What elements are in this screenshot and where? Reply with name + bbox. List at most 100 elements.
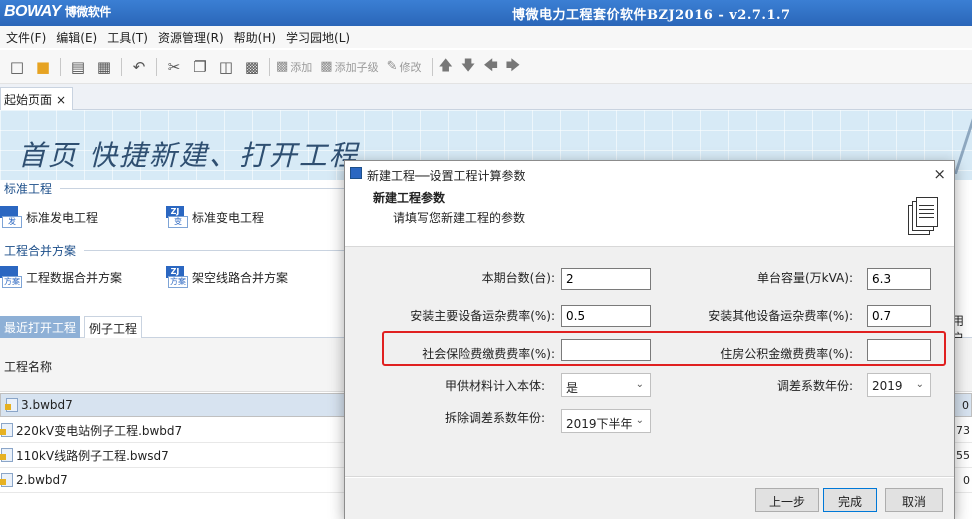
new-project-dialog: 新建工程──设置工程计算参数 × 新建工程参数 请填写您新建工程的参数 本期台数… (344, 160, 955, 519)
menu-file[interactable]: 文件(F) (6, 29, 46, 46)
chevron-down-icon: ⌄ (915, 379, 924, 390)
project-icon: 发 (0, 206, 22, 228)
data-merge-scheme[interactable]: 方案 工程数据合并方案 (0, 266, 122, 288)
scheme-icon: 方案 (0, 266, 22, 288)
project-file-value: 55 (956, 448, 970, 462)
section-divider (84, 250, 344, 251)
standard-substation-project-label: 标准变电工程 (192, 210, 265, 225)
project-file-value: 0 (963, 473, 970, 487)
housing-fund-label: 住房公积金缴费费率(%): (720, 347, 853, 361)
add-child-button[interactable]: ▩ 添加子级 (320, 59, 378, 75)
arrow-right-icon[interactable]: 🡆 (506, 55, 520, 79)
merge-scheme-title: 工程合并方案 (4, 244, 77, 258)
add-icon: ▩ (276, 59, 289, 74)
tab-strip: 起始页面 × (0, 84, 972, 110)
adjust-year-label: 调差系数年份: (776, 379, 853, 393)
toolbar: □ ■ ▤ ▦ ↶ ✂ ❐ ◫ ▩ ▩ 添加 ▩ 添加子级 ✎ 修改 🡅 🡇 🡄 🡆 (0, 50, 972, 84)
finish-button[interactable]: 完成 (823, 488, 877, 512)
menu-resource[interactable]: 资源管理(R) (158, 29, 224, 46)
units-input[interactable] (561, 268, 651, 290)
tab-start-page[interactable]: 起始页面 × (0, 87, 74, 110)
standard-power-project-label: 标准发电工程 (26, 210, 99, 225)
modify-icon: ✎ (386, 59, 398, 74)
project-file-icon (0, 448, 13, 462)
data-merge-scheme-label: 工程数据合并方案 (26, 270, 123, 285)
chevron-down-icon: ⌄ (635, 379, 644, 390)
project-file-name: 2.bwbd7 (16, 473, 68, 487)
add-child-label: 添加子级 (334, 60, 379, 74)
demolition-year-select[interactable]: 2019下半年 ⌄ (561, 409, 651, 433)
menu-edit[interactable]: 编辑(E) (56, 29, 97, 46)
dialog-footer: 上一步 完成 取消 (345, 478, 954, 519)
supplied-material-select[interactable]: 是 ⌄ (561, 373, 651, 397)
demolition-year-label: 拆除调差系数年份: (444, 411, 545, 425)
standard-project-title: 标准工程 (4, 182, 53, 196)
save-icon[interactable]: ▤ (67, 56, 89, 78)
units-label: 本期台数(台): (481, 271, 555, 285)
arrow-down-icon[interactable]: 🡇 (461, 55, 475, 79)
standard-substation-project[interactable]: ZJ 变 标准变电工程 (166, 206, 264, 228)
arrow-left-icon[interactable]: 🡄 (483, 55, 497, 79)
window-title: 博微电力工程套价软件BZJ2016 - v2.7.1.7 (512, 8, 791, 23)
close-icon[interactable]: × (933, 165, 946, 183)
toolbar-divider (121, 57, 122, 76)
toolbar-divider (156, 57, 157, 76)
menu-tools[interactable]: 工具(T) (107, 29, 148, 46)
chevron-down-icon: ⌄ (635, 415, 644, 426)
supplied-material-value: 是 (566, 381, 579, 395)
prev-step-button[interactable]: 上一步 (755, 488, 819, 512)
overhead-line-merge-scheme[interactable]: ZJ 方案 架空线路合并方案 (166, 266, 288, 288)
project-file-name: 3.bwbd7 (21, 398, 73, 412)
close-icon[interactable]: × (56, 93, 66, 107)
housing-fund-input[interactable] (867, 339, 931, 361)
cancel-button[interactable]: 取消 (885, 488, 943, 512)
menu-learning[interactable]: 学习园地(L) (286, 29, 350, 46)
other-freight-input[interactable] (867, 305, 931, 327)
modify-button[interactable]: ✎ 修改 (387, 59, 422, 75)
app-icon (350, 167, 362, 179)
app-logo-cn: 博微软件 (64, 5, 112, 19)
overhead-line-merge-scheme-label: 架空线路合并方案 (192, 270, 289, 285)
capacity-input[interactable] (867, 268, 931, 290)
capacity-label: 单台容量(万kVA): (756, 271, 853, 285)
toolbar-divider (431, 57, 433, 76)
column-project-name[interactable]: 工程名称 (4, 358, 52, 375)
main-freight-input[interactable] (561, 305, 651, 327)
new-file-icon[interactable]: □ (6, 56, 28, 78)
modify-label: 修改 (399, 60, 422, 74)
social-insurance-input[interactable] (561, 339, 651, 361)
dialog-form: 本期台数(台): 单台容量(万kVA): 安装主要设备运杂费率(%): 安装其他… (345, 247, 954, 477)
tab-recent-projects[interactable]: 最近打开工程 (0, 316, 81, 338)
project-file-value: 73 (956, 423, 970, 437)
scheme-icon: ZJ 方案 (166, 266, 188, 288)
section-divider (60, 188, 344, 189)
project-file-icon (0, 473, 13, 487)
project-icon: ZJ 变 (166, 206, 188, 228)
arrow-up-icon[interactable]: 🡅 (439, 55, 453, 79)
cut-icon[interactable]: ✂ (163, 56, 185, 78)
add-button[interactable]: ▩ 添加 (276, 59, 312, 75)
paste-icon[interactable]: ◫ (215, 56, 237, 78)
open-folder-icon[interactable]: ■ (32, 56, 54, 78)
adjust-year-select[interactable]: 2019 ⌄ (867, 373, 931, 397)
toolbar-divider (60, 57, 61, 76)
standard-power-project[interactable]: 发 标准发电工程 (0, 206, 98, 228)
dialog-header: 新建工程参数 请填写您新建工程的参数 (345, 187, 954, 247)
dialog-title: 新建工程──设置工程计算参数 (367, 169, 526, 183)
app-logo: BOWAY 博微软件 (4, 3, 112, 20)
tab-example-projects[interactable]: 例子工程 (84, 316, 143, 338)
banner-title: 首页 快捷新建、打开工程 (18, 139, 359, 172)
project-file-value: 0 (962, 398, 969, 412)
undo-icon[interactable]: ↶ (128, 56, 150, 78)
menu-help[interactable]: 帮助(H) (234, 29, 276, 46)
tab-start-page-label: 起始页面 (4, 93, 53, 107)
delete-icon[interactable]: ▩ (241, 56, 263, 78)
document-wizard-icon (908, 197, 938, 237)
other-freight-label: 安装其他设备运杂费率(%): (708, 309, 853, 323)
dialog-heading: 新建工程参数 (373, 191, 446, 205)
copy-icon[interactable]: ❐ (189, 56, 211, 78)
save-all-icon[interactable]: ▦ (93, 56, 115, 78)
project-file-name: 220kV变电站例子工程.bwbd7 (16, 423, 183, 438)
menu-bar: 文件(F) 编辑(E) 工具(T) 资源管理(R) 帮助(H) 学习园地(L) (0, 26, 972, 48)
demolition-year-value: 2019下半年 (566, 417, 633, 431)
